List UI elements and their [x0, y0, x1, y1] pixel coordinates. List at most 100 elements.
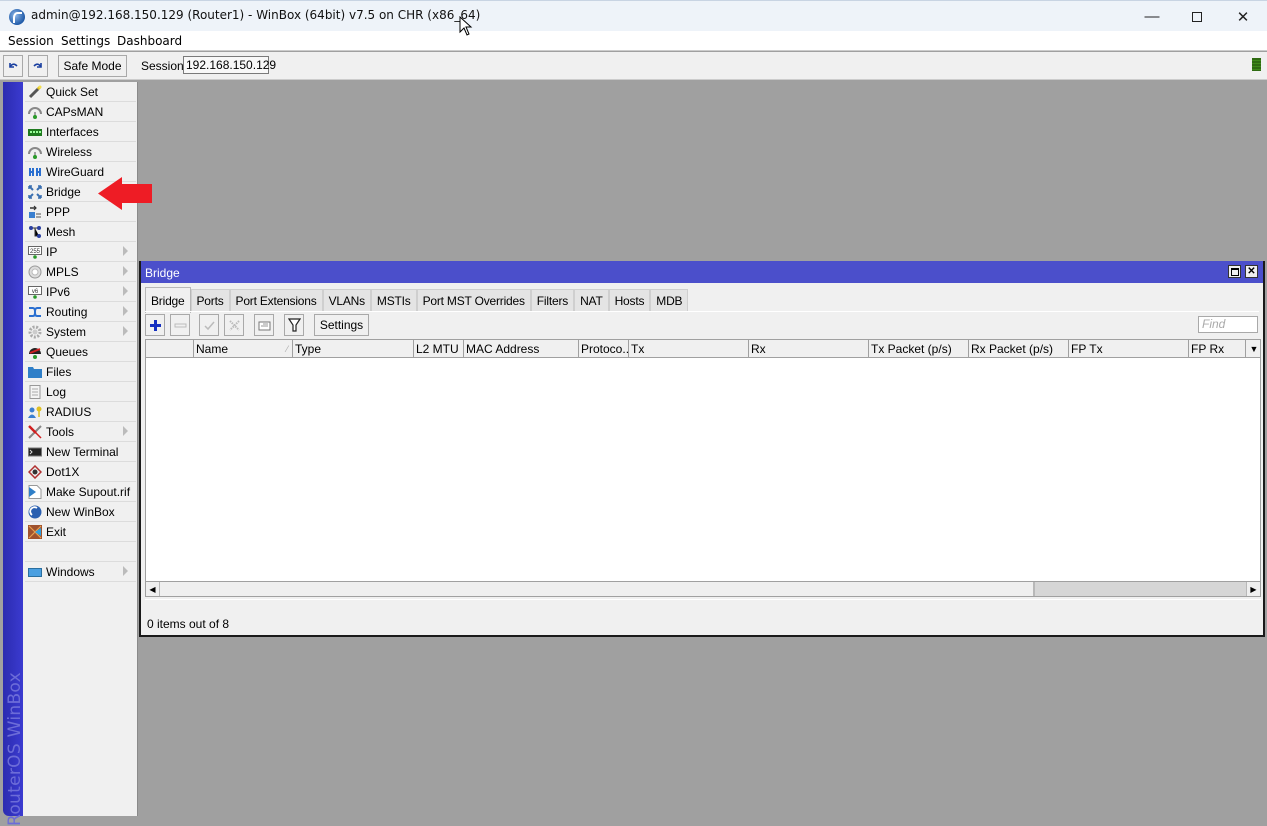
ppp-icon — [29, 205, 41, 218]
sidebar-item-make-supout[interactable]: Make Supout.rif — [25, 482, 136, 502]
sidebar-item-ipv6[interactable]: v6 IPv6 — [25, 282, 136, 302]
menubar: Session Settings Dashboard — [0, 31, 1267, 51]
safe-mode-button[interactable]: Safe Mode — [58, 55, 127, 77]
close-button[interactable]: ✕ — [1220, 1, 1266, 32]
sidebar-item-label: Log — [46, 385, 67, 399]
column-header-name[interactable]: Name ⁄ — [194, 340, 293, 358]
bridge-icon — [28, 185, 42, 199]
sidebar-item-queues[interactable]: Queues — [25, 342, 136, 362]
column-header-flags[interactable] — [146, 340, 194, 358]
sidebar-item-label: RADIUS — [46, 405, 92, 419]
comment-button[interactable] — [254, 314, 274, 336]
sidebar-item-interfaces[interactable]: Interfaces — [25, 122, 136, 142]
arrow-right-icon: ▶ — [1250, 584, 1257, 594]
minimize-button[interactable]: — — [1129, 1, 1175, 32]
sidebar-item-quick-set[interactable]: Quick Set — [25, 82, 136, 102]
tab-mdb[interactable]: MDB — [650, 289, 689, 311]
tab-bridge[interactable]: Bridge — [145, 287, 191, 313]
sidebar-item-label: Dot1X — [46, 465, 80, 479]
redo-icon — [33, 63, 42, 68]
bridge-window-title: Bridge — [145, 266, 180, 280]
tab-hosts[interactable]: Hosts — [608, 289, 651, 311]
sidebar-item-mesh[interactable]: Mesh — [25, 222, 136, 242]
menu-dashboard[interactable]: Dashboard — [117, 34, 182, 48]
column-chooser-button[interactable]: ▼ — [1246, 340, 1262, 358]
bridge-window-titlebar[interactable]: Bridge ✕ — [141, 261, 1263, 283]
submenu-arrow-icon — [123, 566, 128, 576]
tab-ports[interactable]: Ports — [190, 289, 230, 311]
column-header-type[interactable]: Type — [293, 340, 414, 358]
submenu-arrow-icon — [123, 246, 128, 256]
tab-vlans[interactable]: VLANs — [322, 289, 371, 311]
add-button[interactable] — [145, 314, 165, 336]
ip-icon: 255 — [28, 246, 42, 259]
tab-port-mst-overrides[interactable]: Port MST Overrides — [416, 289, 531, 311]
sidebar-item-system[interactable]: System — [25, 322, 136, 342]
sidebar-item-radius[interactable]: RADIUS — [25, 402, 136, 422]
mouse-cursor-icon — [459, 16, 473, 36]
bridge-window-close-button[interactable]: ✕ — [1245, 265, 1258, 278]
sidebar-item-mpls[interactable]: MPLS — [25, 262, 136, 282]
brand-stripe: RouterOS WinBox — [3, 82, 25, 826]
column-header-fp-tx[interactable]: FP Tx — [1069, 340, 1189, 358]
enable-button[interactable] — [199, 314, 219, 336]
column-header-l2-mtu[interactable]: L2 MTU — [414, 340, 464, 358]
column-header-mac-address[interactable]: MAC Address — [464, 340, 579, 358]
sidebar-item-files[interactable]: Files — [25, 362, 136, 382]
column-header-fp-rx[interactable]: FP Rx — [1189, 340, 1246, 358]
bridge-window-maximize-button[interactable] — [1228, 265, 1241, 278]
sidebar-item-wireless[interactable]: Wireless — [25, 142, 136, 162]
undo-button[interactable] — [3, 55, 23, 77]
tab-divider — [145, 311, 1259, 312]
submenu-arrow-icon — [123, 306, 128, 316]
sidebar-item-exit[interactable]: Exit — [25, 522, 136, 542]
filter-button[interactable] — [284, 314, 304, 336]
terminal-icon — [28, 447, 42, 457]
sidebar-item-ip[interactable]: 255 IP — [25, 242, 136, 262]
column-header-tx[interactable]: Tx — [629, 340, 749, 358]
sidebar-item-new-winbox[interactable]: New WinBox — [25, 502, 136, 522]
winbox-app-icon — [9, 9, 25, 25]
menu-settings[interactable]: Settings — [61, 34, 110, 48]
radius-icon — [28, 406, 42, 418]
window-title: admin@192.168.150.129 (Router1) - WinBox… — [31, 8, 481, 22]
scroll-right-button[interactable]: ▶ — [1246, 582, 1260, 596]
tab-port-extensions[interactable]: Port Extensions — [229, 289, 323, 311]
sidebar-separator — [25, 542, 136, 562]
tab-filters[interactable]: Filters — [530, 289, 575, 311]
find-input[interactable]: Find — [1198, 316, 1258, 333]
redo-button[interactable] — [28, 55, 48, 77]
tab-nat[interactable]: NAT — [574, 289, 609, 311]
horizontal-scrollbar[interactable]: ◀ ▶ — [146, 581, 1260, 596]
sidebar-item-label: Interfaces — [46, 125, 99, 139]
minimize-icon: — — [1144, 8, 1160, 25]
column-header-tx-packet[interactable]: Tx Packet (p/s) — [869, 340, 969, 358]
sidebar-item-label: Tools — [46, 425, 75, 439]
sidebar-item-label: IP — [46, 245, 58, 259]
antenna-icon — [28, 147, 42, 159]
disable-button[interactable] — [224, 314, 244, 336]
sidebar-item-capsman[interactable]: CAPsMAN — [25, 102, 136, 122]
sidebar-item-windows[interactable]: Windows — [25, 562, 136, 582]
column-header-rx-packet[interactable]: Rx Packet (p/s) — [969, 340, 1069, 358]
remove-button[interactable] — [170, 314, 190, 336]
tools-icon — [28, 425, 42, 439]
connection-status-indicator — [1252, 58, 1261, 71]
settings-button[interactable]: Settings — [314, 314, 369, 336]
scrollbar-thumb[interactable] — [160, 582, 1035, 596]
sidebar-item-new-terminal[interactable]: New Terminal — [25, 442, 136, 462]
sidebar-item-label: Wireless — [46, 145, 93, 159]
column-header-protocol[interactable]: Protoco... — [579, 340, 629, 358]
sidebar-item-tools[interactable]: Tools — [25, 422, 136, 442]
column-header-rx[interactable]: Rx — [749, 340, 869, 358]
tab-mstis[interactable]: MSTIs — [370, 289, 417, 311]
scroll-left-button[interactable]: ◀ — [146, 582, 160, 596]
menu-session[interactable]: Session — [8, 34, 54, 48]
sidebar-item-label: WireGuard — [46, 165, 105, 179]
sidebar-item-dot1x[interactable]: Dot1X — [25, 462, 136, 482]
maximize-button[interactable] — [1174, 1, 1220, 32]
sidebar-item-label: Quick Set — [46, 85, 99, 99]
session-field[interactable]: 192.168.150.129 — [183, 56, 276, 74]
sidebar-item-routing[interactable]: Routing — [25, 302, 136, 322]
sidebar-item-log[interactable]: Log — [25, 382, 136, 402]
